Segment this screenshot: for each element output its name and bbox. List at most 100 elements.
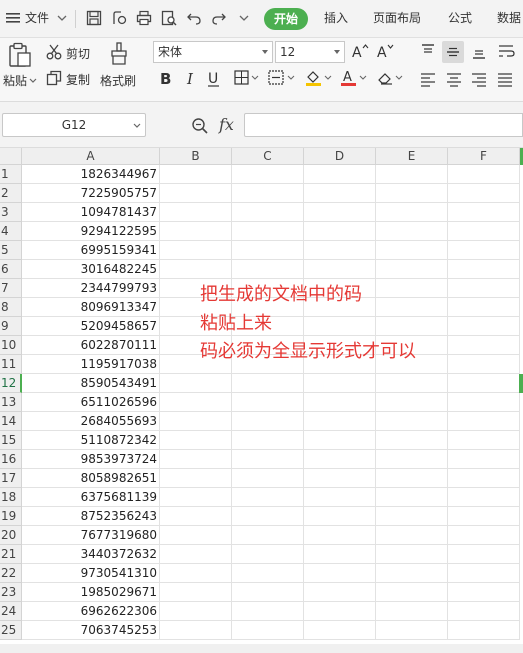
format-painter-button[interactable]: 格式刷 xyxy=(100,72,136,89)
cell-a[interactable]: 1985029671 xyxy=(22,583,160,602)
align-bottom-icon[interactable] xyxy=(471,43,487,59)
align-top-icon[interactable] xyxy=(420,43,436,59)
cell[interactable] xyxy=(232,222,304,241)
cell[interactable] xyxy=(232,507,304,526)
cell[interactable] xyxy=(376,165,448,184)
cell[interactable] xyxy=(304,374,376,393)
cell-a[interactable]: 9853973724 xyxy=(22,450,160,469)
cell[interactable] xyxy=(448,450,520,469)
row-header[interactable]: 12 xyxy=(0,374,22,393)
row-header[interactable]: 6 xyxy=(0,260,22,279)
cell[interactable] xyxy=(304,222,376,241)
row-header[interactable]: 25 xyxy=(0,621,22,640)
font-name-select[interactable]: 宋体 xyxy=(153,41,273,63)
font-color-icon[interactable]: A xyxy=(340,69,368,87)
tab-home[interactable]: 开始 xyxy=(264,8,308,30)
column-header-e[interactable]: E xyxy=(376,148,448,165)
cell[interactable] xyxy=(376,583,448,602)
cell[interactable] xyxy=(304,241,376,260)
cell[interactable] xyxy=(376,317,448,336)
fill-color-icon[interactable] xyxy=(305,69,333,87)
tab-formulas[interactable]: 公式 xyxy=(448,9,472,26)
row-header[interactable]: 13 xyxy=(0,393,22,412)
cell[interactable] xyxy=(160,374,232,393)
row-header[interactable]: 2 xyxy=(0,184,22,203)
row-header[interactable]: 9 xyxy=(0,317,22,336)
cell-a[interactable]: 6962622306 xyxy=(22,602,160,621)
increase-font-icon[interactable]: A xyxy=(351,43,369,59)
export-icon[interactable] xyxy=(111,10,127,26)
row-header[interactable]: 14 xyxy=(0,412,22,431)
cell[interactable] xyxy=(448,507,520,526)
cut-button[interactable]: 剪切 xyxy=(66,45,90,62)
cell[interactable] xyxy=(448,374,520,393)
clear-format-icon[interactable] xyxy=(377,70,405,86)
undo-icon[interactable] xyxy=(186,10,202,26)
cell[interactable] xyxy=(160,412,232,431)
cell[interactable] xyxy=(232,602,304,621)
cell-a[interactable]: 7225905757 xyxy=(22,184,160,203)
cell[interactable] xyxy=(232,564,304,583)
cell[interactable] xyxy=(448,241,520,260)
cell[interactable] xyxy=(304,526,376,545)
paste-dropdown-icon[interactable] xyxy=(29,78,37,84)
cell[interactable] xyxy=(376,545,448,564)
cell-a[interactable]: 5209458657 xyxy=(22,317,160,336)
cell[interactable] xyxy=(232,241,304,260)
print-icon[interactable] xyxy=(136,10,152,26)
row-header[interactable]: 3 xyxy=(0,203,22,222)
cell[interactable] xyxy=(304,507,376,526)
cell[interactable] xyxy=(376,393,448,412)
cell[interactable] xyxy=(304,393,376,412)
cell[interactable] xyxy=(304,431,376,450)
cell[interactable] xyxy=(232,488,304,507)
cell[interactable] xyxy=(304,488,376,507)
cell[interactable] xyxy=(376,374,448,393)
cell[interactable] xyxy=(232,526,304,545)
tab-insert[interactable]: 插入 xyxy=(324,9,348,26)
row-header[interactable]: 19 xyxy=(0,507,22,526)
cell[interactable] xyxy=(448,431,520,450)
wrap-text-icon[interactable] xyxy=(497,43,517,59)
underline-icon[interactable]: U xyxy=(206,70,222,88)
cell[interactable] xyxy=(232,545,304,564)
cell[interactable] xyxy=(160,241,232,260)
cell[interactable] xyxy=(448,602,520,621)
cell[interactable] xyxy=(448,184,520,203)
cell[interactable] xyxy=(232,374,304,393)
row-header[interactable]: 7 xyxy=(0,279,22,298)
cell-a[interactable]: 1826344967 xyxy=(22,165,160,184)
cell[interactable] xyxy=(232,393,304,412)
cell[interactable] xyxy=(448,336,520,355)
cell[interactable] xyxy=(304,545,376,564)
cell[interactable] xyxy=(376,564,448,583)
cell[interactable] xyxy=(160,184,232,203)
hamburger-menu-icon[interactable] xyxy=(6,12,22,28)
select-all-corner[interactable] xyxy=(0,148,22,165)
cell[interactable] xyxy=(304,260,376,279)
font-size-select[interactable]: 12 xyxy=(275,41,345,63)
cell[interactable] xyxy=(448,412,520,431)
quick-access-more-icon[interactable] xyxy=(239,14,255,30)
cell[interactable] xyxy=(160,203,232,222)
scissors-icon[interactable] xyxy=(46,44,62,60)
cell[interactable] xyxy=(376,279,448,298)
cell[interactable] xyxy=(448,355,520,374)
align-center-icon[interactable] xyxy=(446,71,462,87)
row-header[interactable]: 23 xyxy=(0,583,22,602)
cell-a[interactable]: 7677319680 xyxy=(22,526,160,545)
cell[interactable] xyxy=(160,165,232,184)
cell[interactable] xyxy=(448,545,520,564)
cell[interactable] xyxy=(232,165,304,184)
cell[interactable] xyxy=(160,545,232,564)
cell-a[interactable]: 6511026596 xyxy=(22,393,160,412)
cell[interactable] xyxy=(232,431,304,450)
cell[interactable] xyxy=(232,412,304,431)
cell-a[interactable]: 7063745253 xyxy=(22,621,160,640)
column-header-f[interactable]: F xyxy=(448,148,520,165)
row-header[interactable]: 21 xyxy=(0,545,22,564)
formula-input[interactable] xyxy=(244,113,523,137)
cell-a[interactable]: 6995159341 xyxy=(22,241,160,260)
align-middle-selected[interactable] xyxy=(442,41,464,63)
cell-a[interactable]: 1195917038 xyxy=(22,355,160,374)
